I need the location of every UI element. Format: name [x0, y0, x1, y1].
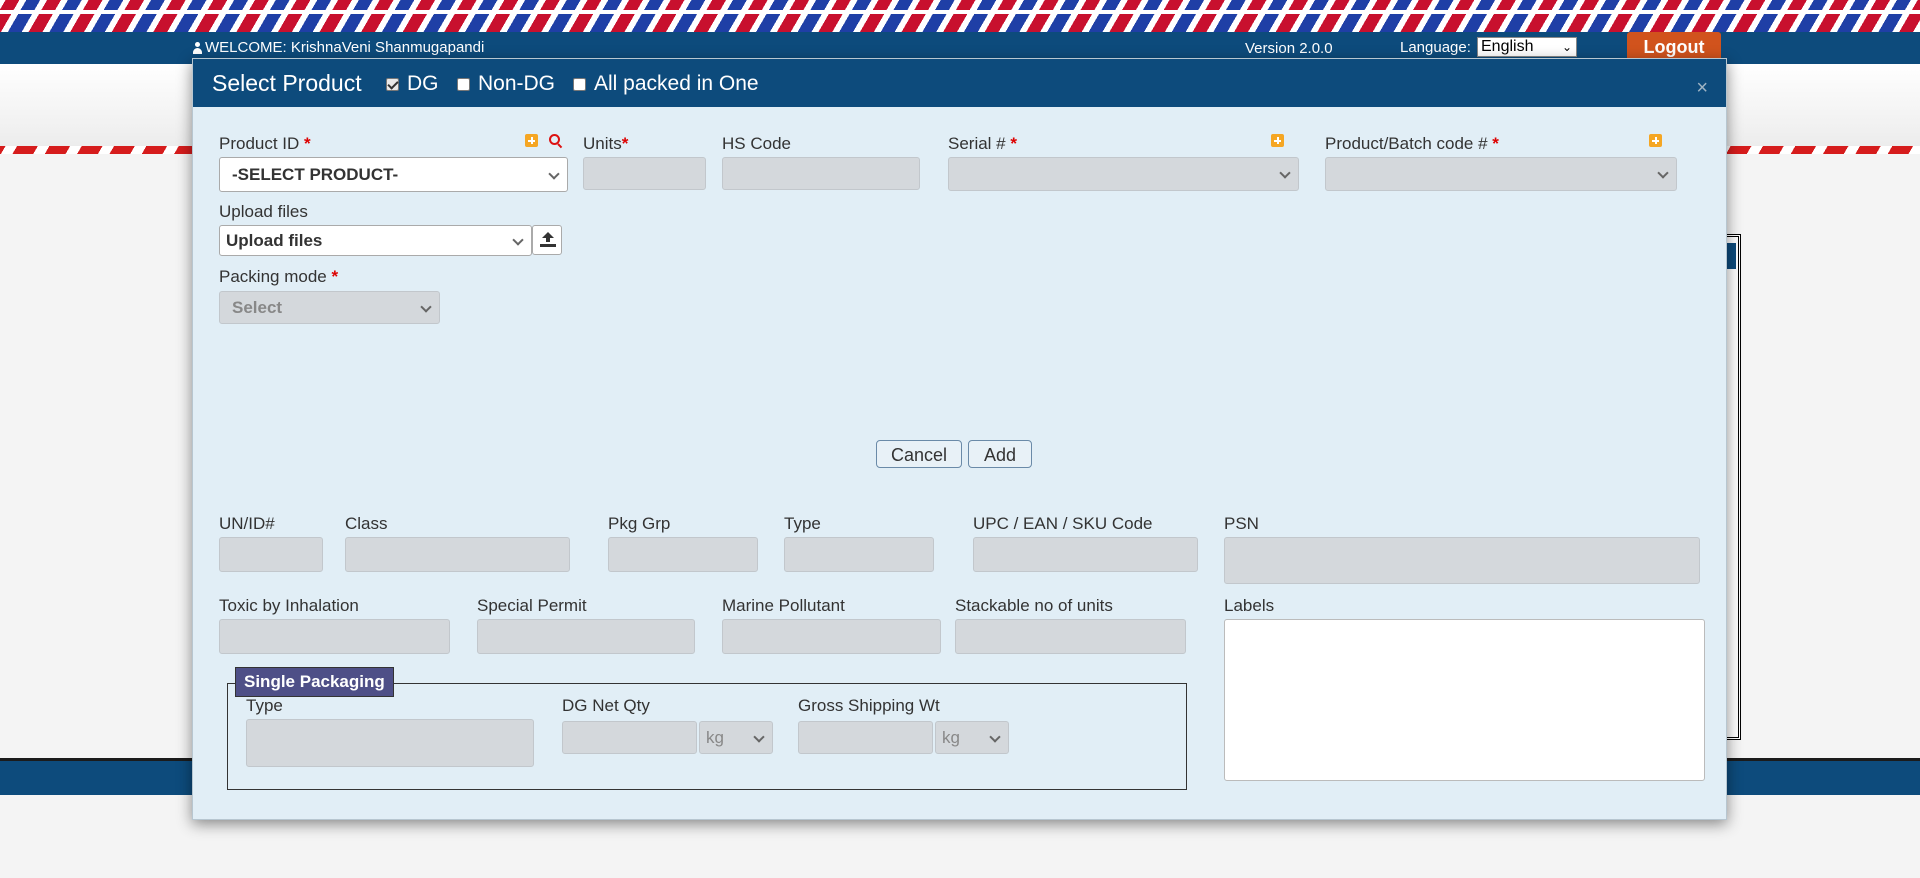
- dg-net-qty-unit-select[interactable]: kg: [699, 721, 773, 754]
- upload-button[interactable]: [532, 225, 562, 255]
- dg-label: DG: [407, 72, 439, 95]
- gross-wt-unit-select[interactable]: kg: [935, 721, 1009, 754]
- required-marker: *: [331, 267, 339, 286]
- upload-files-select[interactable]: Upload files: [219, 225, 532, 256]
- dg-net-qty-unit-value: kg: [706, 727, 724, 747]
- single-packaging-legend: Single Packaging: [235, 667, 394, 697]
- labels-textarea[interactable]: [1224, 619, 1705, 781]
- welcome-label: WELCOME: KrishnaVeni Shanmugapandi: [205, 39, 485, 56]
- toxic-label: Toxic by Inhalation: [219, 596, 359, 615]
- user-icon: [192, 41, 203, 54]
- serial-select[interactable]: [948, 157, 1299, 191]
- required-marker: *: [1010, 134, 1017, 153]
- required-marker: *: [1492, 134, 1499, 153]
- psn-label: PSN: [1224, 514, 1259, 533]
- required-marker: *: [304, 134, 311, 153]
- all-packed-checkbox[interactable]: [573, 77, 586, 91]
- class-input[interactable]: [345, 537, 570, 572]
- packing-mode-label-text: Packing mode: [219, 267, 327, 286]
- modal-header: Select Product DG Non-DG All packed in O…: [193, 59, 1726, 107]
- upload-icon-base: [540, 244, 556, 247]
- batch-code-label-text: Product/Batch code #: [1325, 134, 1488, 153]
- type-input[interactable]: [784, 537, 934, 572]
- hs-code-input[interactable]: [722, 157, 920, 190]
- select-product-modal: Select Product DG Non-DG All packed in O…: [192, 58, 1727, 820]
- header-stripes: [0, 0, 1920, 33]
- gross-wt-input[interactable]: [798, 721, 933, 754]
- units-label: Units*: [583, 134, 628, 154]
- add-batch-icon[interactable]: [1649, 134, 1662, 147]
- non-dg-checkbox-group[interactable]: Non-DG: [457, 72, 555, 96]
- language-value: English: [1481, 38, 1534, 55]
- upload-files-value: Upload files: [226, 230, 323, 250]
- logout-button[interactable]: Logout: [1627, 32, 1721, 60]
- dg-checkbox[interactable]: [386, 77, 399, 91]
- stackable-input[interactable]: [955, 619, 1186, 654]
- packing-mode-select[interactable]: Select: [219, 291, 440, 324]
- modal-title: Select Product: [212, 70, 362, 96]
- sp-type-label: Type: [246, 696, 283, 715]
- non-dg-label: Non-DG: [478, 72, 556, 95]
- all-packed-label: All packed in One: [594, 72, 759, 95]
- close-icon[interactable]: ×: [1696, 77, 1708, 100]
- add-button[interactable]: Add: [968, 440, 1032, 468]
- add-serial-icon[interactable]: [1271, 134, 1284, 147]
- packing-mode-value: Select: [232, 297, 283, 317]
- toxic-input[interactable]: [219, 619, 450, 654]
- upload-icon-stem: [546, 237, 550, 242]
- dg-net-qty-input[interactable]: [562, 721, 697, 754]
- product-id-label-text: Product ID: [219, 134, 300, 153]
- upc-input[interactable]: [973, 537, 1198, 572]
- upload-files-label: Upload files: [219, 202, 308, 221]
- chevron-down-icon: ⌄: [1561, 40, 1572, 54]
- version-text: Version 2.0.0: [1245, 40, 1333, 57]
- gross-wt-unit-value: kg: [942, 727, 960, 747]
- marine-pollutant-label: Marine Pollutant: [722, 596, 845, 615]
- marine-pollutant-input[interactable]: [722, 619, 941, 654]
- gross-wt-label: Gross Shipping Wt: [798, 696, 940, 715]
- un-id-input[interactable]: [219, 537, 323, 572]
- units-input[interactable]: [583, 157, 706, 190]
- search-icon[interactable]: [549, 134, 561, 146]
- batch-code-select[interactable]: [1325, 157, 1677, 191]
- pkg-grp-input[interactable]: [608, 537, 758, 572]
- cancel-button[interactable]: Cancel: [876, 440, 962, 468]
- pkg-grp-label: Pkg Grp: [608, 514, 671, 533]
- hs-code-label: HS Code: [722, 134, 791, 153]
- sp-type-input[interactable]: [246, 719, 534, 767]
- upc-label: UPC / EAN / SKU Code: [973, 514, 1153, 533]
- units-label-text: Units: [583, 134, 622, 153]
- dg-checkbox-group[interactable]: DG: [386, 72, 439, 96]
- language-label: Language:: [1400, 39, 1471, 56]
- non-dg-checkbox[interactable]: [457, 77, 470, 91]
- labels-label: Labels: [1224, 596, 1275, 615]
- class-label: Class: [345, 514, 388, 533]
- product-id-select[interactable]: -SELECT PRODUCT-: [219, 157, 568, 192]
- add-product-icon[interactable]: [525, 134, 538, 147]
- psn-input[interactable]: [1224, 537, 1700, 584]
- product-id-label: Product ID *: [219, 134, 311, 154]
- stackable-label: Stackable no of units: [955, 596, 1113, 615]
- type-label: Type: [784, 514, 821, 533]
- dg-net-qty-label: DG Net Qty: [562, 696, 650, 715]
- packing-mode-label: Packing mode *: [219, 267, 338, 287]
- batch-code-label: Product/Batch code # *: [1325, 134, 1499, 154]
- serial-label-text: Serial #: [948, 134, 1006, 153]
- language-select[interactable]: English ⌄: [1477, 37, 1577, 57]
- all-packed-checkbox-group[interactable]: All packed in One: [573, 72, 759, 96]
- product-id-value: -SELECT PRODUCT-: [232, 164, 399, 184]
- welcome-text: WELCOME: KrishnaVeni Shanmugapandi: [192, 39, 484, 56]
- serial-label: Serial # *: [948, 134, 1017, 154]
- required-marker: *: [621, 134, 629, 153]
- special-permit-label: Special Permit: [477, 596, 587, 615]
- un-id-label: UN/ID#: [219, 514, 275, 533]
- special-permit-input[interactable]: [477, 619, 695, 654]
